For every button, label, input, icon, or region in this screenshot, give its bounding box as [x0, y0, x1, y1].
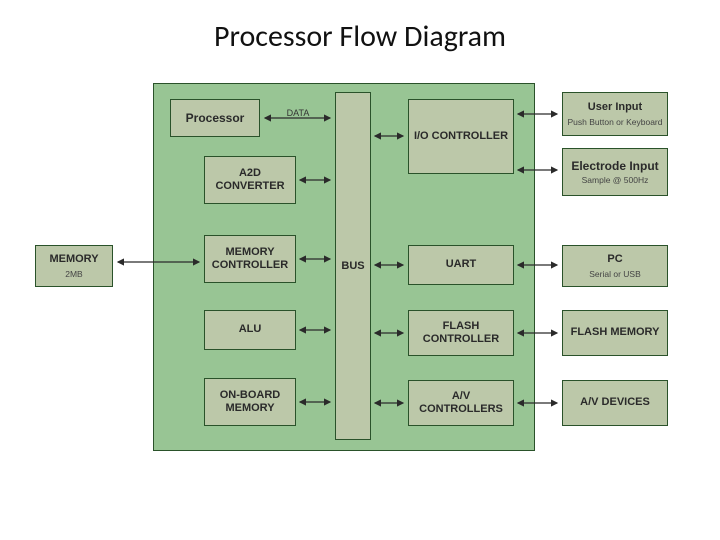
block-bus-label: BUS: [341, 260, 364, 272]
block-pc-sub: Serial or USB: [589, 269, 641, 279]
block-flashctrl: FLASH CONTROLLER: [408, 310, 514, 356]
block-ioctrl-label: I/O CONTROLLER: [414, 130, 508, 143]
block-avdev: A/V DEVICES: [562, 380, 668, 426]
block-memory-label: MEMORY: [49, 253, 98, 266]
block-uart: UART: [408, 245, 514, 285]
block-flashmem-label: FLASH MEMORY: [571, 326, 660, 339]
block-ioctrl: I/O CONTROLLER: [408, 99, 514, 174]
block-electrode-label: Electrode Input: [571, 159, 658, 173]
block-userinput-label: User Input: [588, 101, 642, 114]
block-avdev-label: A/V DEVICES: [580, 396, 650, 409]
block-onboard-label: ON-BOARD MEMORY: [207, 389, 293, 415]
block-memctrl-label: MEMORY CONTROLLER: [207, 246, 293, 272]
block-electrode: Electrode Input Sample @ 500Hz: [562, 148, 668, 196]
block-avctrl-label: A/V CONTROLLERS: [411, 390, 511, 416]
block-a2d-label: A2D CONVERTER: [207, 167, 293, 193]
block-processor: Processor: [170, 99, 260, 137]
block-pc-label: PC: [607, 253, 622, 266]
block-memory: MEMORY 2MB: [35, 245, 113, 287]
block-uart-label: UART: [446, 258, 477, 271]
block-flashctrl-label: FLASH CONTROLLER: [411, 320, 511, 346]
block-memory-sub: 2MB: [65, 269, 82, 279]
block-alu-label: ALU: [239, 323, 262, 336]
block-processor-label: Processor: [186, 111, 245, 125]
block-onboard: ON-BOARD MEMORY: [204, 378, 296, 426]
block-userinput-sub: Push Button or Keyboard: [568, 117, 663, 127]
label-data: DATA: [278, 108, 318, 118]
block-bus: BUS: [335, 92, 371, 440]
block-pc: PC Serial or USB: [562, 245, 668, 287]
block-userinput: User Input Push Button or Keyboard: [562, 92, 668, 136]
block-flashmem: FLASH MEMORY: [562, 310, 668, 356]
block-a2d: A2D CONVERTER: [204, 156, 296, 204]
block-avctrl: A/V CONTROLLERS: [408, 380, 514, 426]
page-title: Processor Flow Diagram: [0, 18, 720, 55]
block-electrode-sub: Sample @ 500Hz: [582, 175, 649, 185]
block-alu: ALU: [204, 310, 296, 350]
block-memctrl: MEMORY CONTROLLER: [204, 235, 296, 283]
